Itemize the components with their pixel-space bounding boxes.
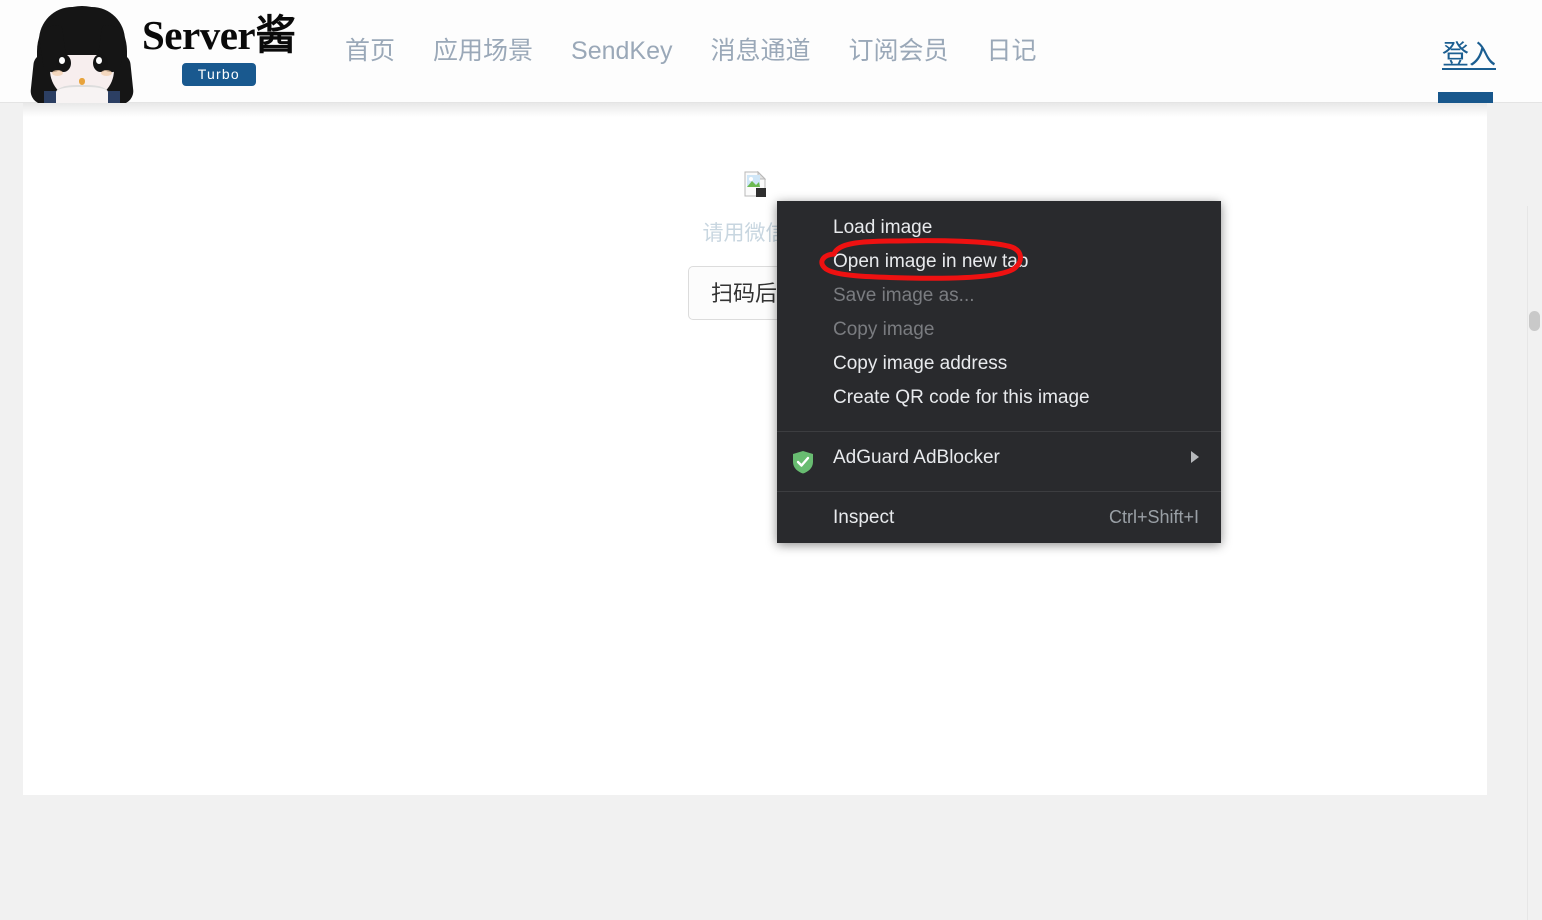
image-context-menu[interactable]: Load image Open image in new tab Save im…	[777, 201, 1221, 543]
menu-item-label: Inspect	[833, 506, 895, 528]
menu-item-save-image-as: Save image as...	[777, 278, 1221, 312]
menu-item-label: AdGuard AdBlocker	[833, 446, 1000, 468]
menu-item-copy-image: Copy image	[777, 312, 1221, 346]
menu-separator	[777, 431, 1221, 432]
brand-title: Server酱	[142, 11, 296, 58]
main-navigation: 首页 应用场景 SendKey 消息通道 订阅会员 日记	[345, 0, 1037, 103]
nav-item-sendkey[interactable]: SendKey	[571, 39, 672, 64]
broken-image-icon	[744, 170, 767, 197]
menu-item-open-image-in-new-tab[interactable]: Open image in new tab	[777, 244, 1221, 278]
page-scrollbar-track[interactable]	[1527, 206, 1542, 920]
nav-item-scenarios[interactable]: 应用场景	[433, 39, 533, 64]
menu-item-adguard-adblocker[interactable]: AdGuard AdBlocker	[777, 440, 1221, 483]
brand-logo[interactable]: Server酱 Turbo	[28, 0, 296, 103]
brand-badge: Turbo	[181, 62, 256, 87]
menu-item-label: Copy image address	[833, 352, 1008, 374]
menu-item-inspect[interactable]: Inspect Ctrl+Shift+I	[777, 500, 1221, 543]
page-canvas: 请用微信扫 扫码后点	[0, 103, 1542, 920]
nav-item-membership[interactable]: 订阅会员	[849, 39, 949, 64]
card-top-shade	[23, 103, 1487, 117]
adguard-shield-icon	[791, 450, 815, 474]
menu-item-load-image[interactable]: Load image	[777, 210, 1221, 244]
login-active-indicator	[1438, 92, 1493, 103]
menu-item-label: Save image as...	[833, 284, 975, 306]
menu-item-label: Create QR code for this image	[833, 386, 1090, 408]
mascot-avatar-icon	[28, 0, 136, 103]
site-header: Server酱 Turbo 首页 应用场景 SendKey 消息通道 订阅会员 …	[0, 0, 1542, 103]
qr-login-block: 请用微信扫 扫码后点	[23, 170, 1487, 320]
nav-item-channels[interactable]: 消息通道	[711, 39, 811, 64]
content-card: 请用微信扫 扫码后点	[23, 103, 1487, 795]
menu-item-label: Copy image	[833, 318, 935, 340]
menu-item-copy-image-address[interactable]: Copy image address	[777, 346, 1221, 380]
login-link[interactable]: 登入	[1442, 33, 1496, 72]
page-scrollbar-thumb[interactable]	[1529, 311, 1540, 331]
menu-item-label: Open image in new tab	[833, 250, 1029, 272]
menu-item-create-qr-code[interactable]: Create QR code for this image	[777, 380, 1221, 423]
menu-separator	[777, 491, 1221, 492]
menu-item-shortcut: Ctrl+Shift+I	[1108, 507, 1199, 527]
nav-item-home[interactable]: 首页	[345, 39, 395, 64]
chevron-right-icon	[1191, 451, 1199, 463]
menu-item-label: Load image	[833, 216, 933, 238]
nav-item-diary[interactable]: 日记	[987, 39, 1037, 64]
